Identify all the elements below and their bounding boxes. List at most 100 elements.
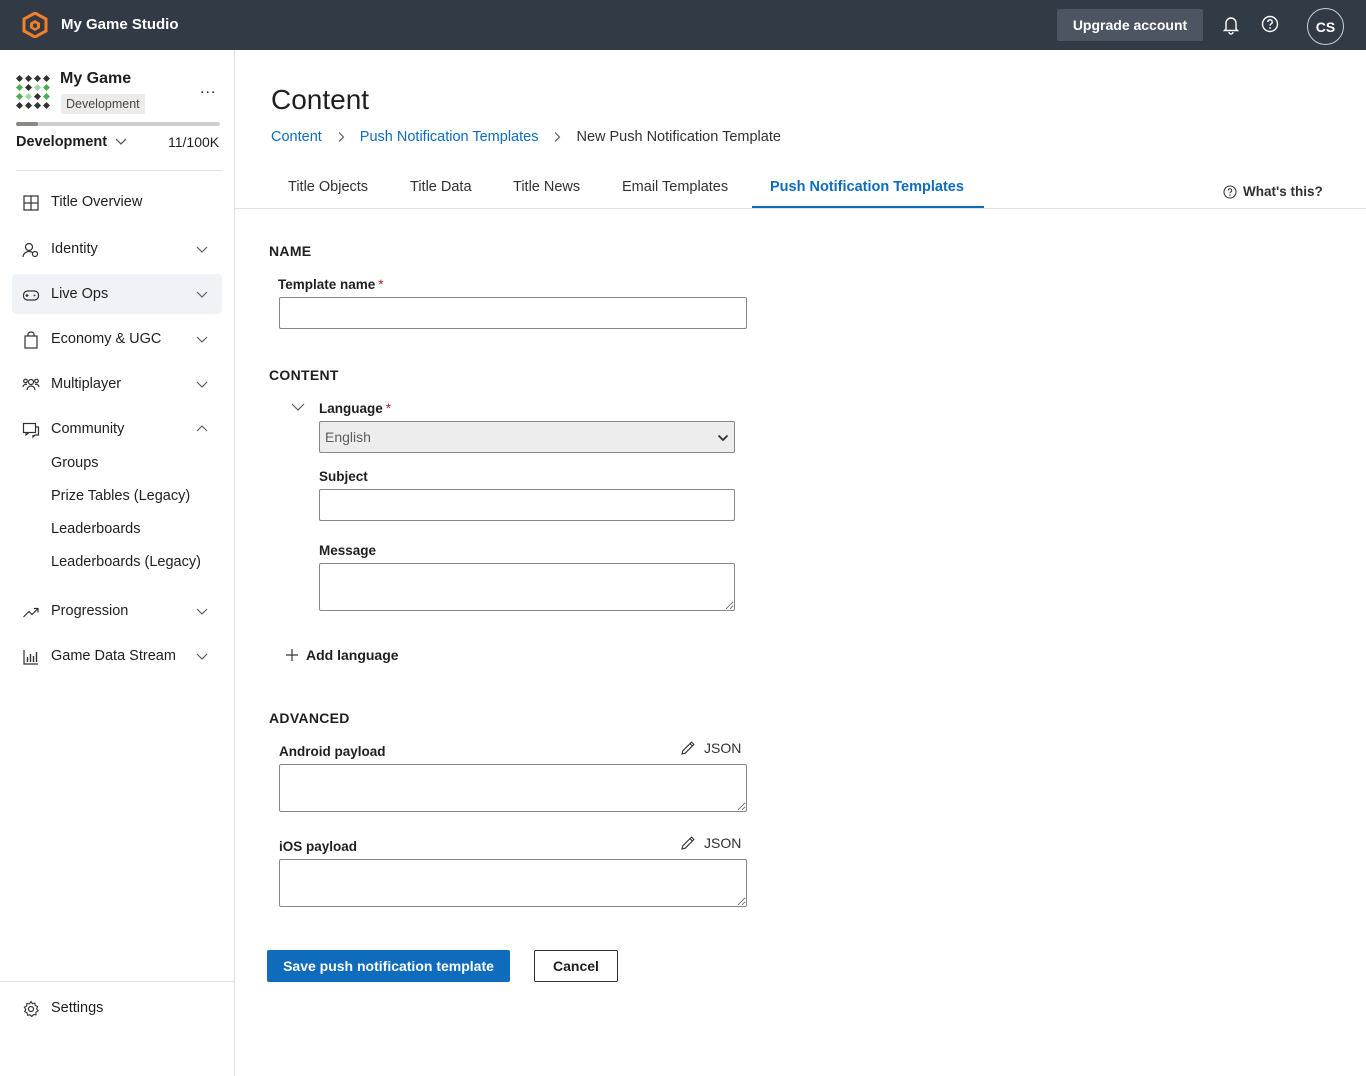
chevron-down-icon [717, 434, 729, 442]
environment-select[interactable]: Development [16, 134, 127, 150]
ios-payload-textarea[interactable] [279, 859, 747, 907]
json-label: JSON [704, 835, 742, 851]
sidebar-item-label: Identity [51, 241, 98, 257]
section-name-heading: NAME [269, 243, 312, 259]
breadcrumb-push-templates[interactable]: Push Notification Templates [360, 129, 539, 145]
sidebar-divider [16, 170, 222, 171]
page-title: Content [271, 84, 370, 115]
upgrade-account-button[interactable]: Upgrade account [1057, 9, 1203, 41]
breadcrumb-current: New Push Notification Template [576, 129, 781, 145]
required-mark: * [385, 401, 392, 416]
chevron-down-icon [196, 608, 208, 615]
help-circle-icon[interactable] [1261, 15, 1279, 33]
studio-name[interactable]: My Game Studio [61, 16, 179, 33]
chevron-down-icon [196, 246, 208, 253]
people-icon [22, 378, 40, 391]
main-content: Content Content Push Notification Templa… [235, 50, 1366, 1076]
template-name-label-text: Template name [278, 277, 376, 292]
chevron-right-icon [338, 132, 345, 142]
more-options-button[interactable]: ... [200, 80, 216, 98]
template-name-input[interactable] [279, 297, 747, 329]
chevron-down-icon [196, 381, 208, 388]
android-payload-label: Android payload [279, 744, 386, 759]
sidebar-item-identity[interactable]: Identity [12, 229, 222, 269]
whats-this-link[interactable]: What's this? [1223, 184, 1323, 199]
identity-icon [22, 242, 39, 258]
save-template-button[interactable]: Save push notification template [267, 950, 510, 982]
chevron-down-icon [196, 291, 208, 298]
pencil-icon [681, 741, 695, 755]
sidebar-subitem-groups[interactable]: Groups [51, 455, 99, 471]
gamepad-icon [22, 290, 40, 301]
android-payload-textarea[interactable] [279, 764, 747, 812]
ios-payload-label: iOS payload [279, 839, 358, 854]
cancel-button[interactable]: Cancel [534, 950, 618, 982]
json-label: JSON [704, 740, 742, 756]
template-name-label: Template name * [278, 277, 384, 292]
section-content-heading: CONTENT [269, 367, 339, 383]
language-label: Language * [319, 401, 391, 416]
sidebar-item-community[interactable]: Community [12, 409, 222, 449]
bar-chart-icon [23, 650, 38, 665]
avatar[interactable]: CS [1307, 8, 1344, 45]
tabs-divider [235, 208, 1366, 209]
tab-title-news[interactable]: Title News [513, 179, 580, 215]
tab-title-data[interactable]: Title Data [410, 179, 472, 215]
add-language-button[interactable]: Add language [285, 647, 399, 663]
message-textarea[interactable] [319, 563, 735, 611]
trending-up-icon [23, 607, 39, 618]
chevron-down-icon[interactable] [291, 402, 305, 412]
playfab-hexagon-icon[interactable] [22, 12, 48, 38]
sidebar-divider [0, 981, 235, 982]
ios-json-editor-link[interactable]: JSON [680, 835, 741, 851]
sidebar: My Game Development ... Development 11/1… [0, 50, 235, 1076]
sidebar-item-live-ops[interactable]: Live Ops [12, 274, 222, 314]
chevron-right-icon [555, 132, 561, 142]
sidebar-subitem-leaderboards-legacy[interactable]: Leaderboards (Legacy) [51, 554, 201, 570]
android-json-editor-link[interactable]: JSON [680, 740, 741, 756]
sidebar-item-label: Live Ops [51, 286, 109, 302]
message-label: Message [319, 543, 377, 558]
chevron-up-icon [196, 425, 208, 432]
sidebar-item-economy[interactable]: Economy & UGC [12, 319, 222, 359]
language-label-text: Language [319, 401, 383, 416]
environment-badge: Development [61, 94, 145, 114]
sidebar-item-multiplayer[interactable]: Multiplayer [12, 364, 222, 404]
breadcrumb: Content Push Notification Templates New … [271, 129, 781, 145]
usage-count: 11/100K [168, 134, 220, 150]
game-name[interactable]: My Game [60, 70, 131, 88]
help-circle-icon [1223, 185, 1237, 198]
breadcrumb-content[interactable]: Content [271, 129, 322, 145]
chat-icon [22, 422, 40, 439]
sidebar-item-label: Community [51, 421, 125, 437]
whats-this-label: What's this? [1243, 184, 1323, 199]
grid-icon [23, 195, 39, 211]
game-logo-icon [16, 75, 50, 109]
subject-label: Subject [319, 469, 368, 484]
required-mark: * [378, 277, 384, 292]
sidebar-item-progression[interactable]: Progression [12, 591, 222, 631]
tab-push-notification-templates[interactable]: Push Notification Templates [770, 179, 964, 215]
add-language-label: Add language [306, 647, 399, 663]
shopping-bag-icon [24, 331, 38, 349]
tab-title-objects[interactable]: Title Objects [288, 179, 368, 215]
sidebar-subitem-leaderboards[interactable]: Leaderboards [51, 521, 141, 537]
sidebar-item-game-data-stream[interactable]: Game Data Stream [12, 636, 222, 676]
sidebar-item-label: Economy & UGC [51, 331, 162, 347]
chevron-down-icon [115, 138, 127, 145]
chevron-down-icon [196, 653, 208, 660]
gear-icon [23, 1000, 40, 1018]
bell-icon[interactable] [1222, 15, 1240, 35]
sidebar-item-settings[interactable]: Settings [12, 988, 222, 1028]
sidebar-item-title-overview[interactable]: Title Overview [12, 182, 222, 222]
subject-input[interactable] [319, 489, 735, 521]
top-bar: My Game Studio Upgrade account CS [0, 0, 1366, 50]
sidebar-item-label: Multiplayer [51, 376, 122, 392]
tab-email-templates[interactable]: Email Templates [622, 179, 728, 215]
section-advanced-heading: ADVANCED [269, 710, 350, 726]
sidebar-item-label: Game Data Stream [51, 648, 176, 664]
chevron-down-icon [196, 336, 208, 343]
sidebar-subitem-prize-tables[interactable]: Prize Tables (Legacy) [51, 488, 190, 504]
language-select[interactable]: English [319, 421, 735, 453]
plus-icon [286, 649, 298, 661]
